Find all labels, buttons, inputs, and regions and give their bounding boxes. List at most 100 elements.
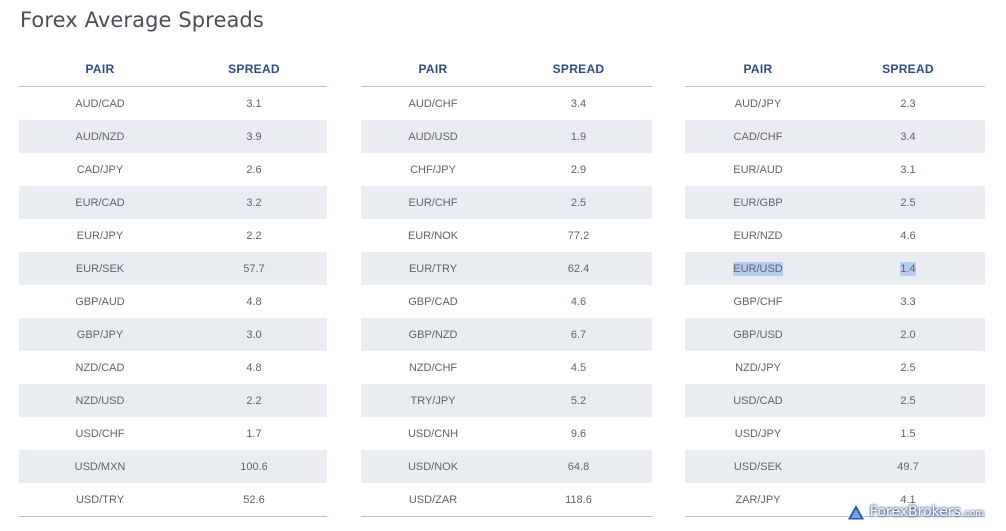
pair-cell[interactable]: EUR/NOK — [361, 219, 505, 252]
spread-cell[interactable]: 2.9 — [505, 153, 652, 186]
spread-cell[interactable]: 3.4 — [505, 87, 652, 121]
spread-cell[interactable]: 3.1 — [831, 153, 985, 186]
table-row: EUR/GBP 2.5 — [685, 186, 985, 219]
table-row: USD/MXN 100.6 — [19, 450, 327, 483]
pair-cell[interactable]: NZD/JPY — [685, 351, 831, 384]
pair-cell[interactable]: USD/CNH — [361, 417, 505, 450]
spread-cell[interactable]: 4.6 — [831, 219, 985, 252]
spread-cell[interactable]: 2.0 — [831, 318, 985, 351]
spread-cell[interactable]: 3.3 — [831, 285, 985, 318]
pair-cell[interactable]: GBP/AUD — [19, 285, 181, 318]
pair-cell[interactable]: USD/CHF — [19, 417, 181, 450]
spread-cell[interactable]: 1.9 — [505, 120, 652, 153]
watermark-suffix: .com — [961, 509, 984, 519]
spread-cell[interactable]: 3.0 — [181, 318, 327, 351]
pair-cell[interactable]: EUR/JPY — [19, 219, 181, 252]
spread-cell[interactable]: 1.4 — [831, 252, 985, 285]
pair-cell[interactable]: AUD/CHF — [361, 87, 505, 121]
spread-cell[interactable]: 2.6 — [181, 153, 327, 186]
spread-cell[interactable]: 3.1 — [181, 87, 327, 121]
pair-cell[interactable]: USD/JPY — [685, 417, 831, 450]
spread-cell[interactable]: 2.3 — [831, 87, 985, 121]
pair-cell[interactable]: USD/NOK — [361, 450, 505, 483]
spread-cell[interactable]: 100.6 — [181, 450, 327, 483]
column-header-pair[interactable]: PAIR — [361, 52, 505, 87]
spread-cell[interactable]: 4.6 — [505, 285, 652, 318]
pair-cell[interactable]: CAD/CHF — [685, 120, 831, 153]
spread-cell[interactable]: 6.7 — [505, 318, 652, 351]
spread-cell[interactable]: 1.7 — [181, 417, 327, 450]
column-header-pair[interactable]: PAIR — [685, 52, 831, 87]
pair-cell[interactable]: EUR/GBP — [685, 186, 831, 219]
table-row: USD/SEK 49.7 — [685, 450, 985, 483]
spread-cell[interactable]: 118.6 — [505, 483, 652, 517]
pair-text: AUD/NZD — [75, 130, 125, 143]
pair-cell[interactable]: AUD/NZD — [19, 120, 181, 153]
spread-cell[interactable]: 5.2 — [505, 384, 652, 417]
pair-cell[interactable]: USD/ZAR — [361, 483, 505, 517]
pair-cell[interactable]: USD/CAD — [685, 384, 831, 417]
spread-cell[interactable]: 4.8 — [181, 285, 327, 318]
column-header-spread[interactable]: SPREAD — [181, 52, 327, 87]
spread-cell[interactable]: 4.8 — [181, 351, 327, 384]
spread-cell[interactable]: 4.5 — [505, 351, 652, 384]
spread-table-2: PAIR SPREAD AUD/CHF 3.4 AUD/USD 1.9 CHF/JPY 2… — [361, 52, 652, 517]
pair-cell[interactable]: GBP/CAD — [361, 285, 505, 318]
pair-cell[interactable]: ZAR/JPY — [685, 483, 831, 517]
pair-cell[interactable]: CHF/JPY — [361, 153, 505, 186]
pair-cell[interactable]: NZD/USD — [19, 384, 181, 417]
spread-cell[interactable]: 3.4 — [831, 120, 985, 153]
pair-cell[interactable]: AUD/CAD — [19, 87, 181, 121]
spread-cell[interactable]: 64.8 — [505, 450, 652, 483]
pair-cell[interactable]: USD/SEK — [685, 450, 831, 483]
pair-cell[interactable]: AUD/JPY — [685, 87, 831, 121]
spread-cell[interactable]: 2.5 — [505, 186, 652, 219]
column-header-spread[interactable]: SPREAD — [831, 52, 985, 87]
pair-cell[interactable]: USD/TRY — [19, 483, 181, 517]
spread-cell[interactable]: 62.4 — [505, 252, 652, 285]
column-header-spread[interactable]: SPREAD — [505, 52, 652, 87]
pair-cell[interactable]: GBP/NZD — [361, 318, 505, 351]
spread-value: 2.5 — [570, 196, 587, 209]
pair-cell[interactable]: GBP/JPY — [19, 318, 181, 351]
spread-cell[interactable]: 1.5 — [831, 417, 985, 450]
pair-cell[interactable]: EUR/NZD — [685, 219, 831, 252]
pair-text: USD/CNH — [407, 427, 459, 440]
pair-text: CAD/JPY — [76, 163, 124, 176]
pair-cell[interactable]: EUR/TRY — [361, 252, 505, 285]
spread-cell[interactable]: 52.6 — [181, 483, 327, 517]
table-row: GBP/CAD 4.6 — [361, 285, 652, 318]
pair-cell[interactable]: NZD/CHF — [361, 351, 505, 384]
pair-text: TRY/JPY — [410, 394, 456, 407]
spread-cell[interactable]: 3.9 — [181, 120, 327, 153]
spread-cell[interactable]: 77.2 — [505, 219, 652, 252]
pair-cell[interactable]: TRY/JPY — [361, 384, 505, 417]
spread-cell[interactable]: 2.5 — [831, 186, 985, 219]
pair-cell[interactable]: EUR/CHF — [361, 186, 505, 219]
spread-cell[interactable]: 57.7 — [181, 252, 327, 285]
pair-cell[interactable]: EUR/AUD — [685, 153, 831, 186]
spread-cell[interactable]: 9.6 — [505, 417, 652, 450]
spread-cell[interactable]: 49.7 — [831, 450, 985, 483]
pair-cell[interactable]: EUR/USD — [685, 252, 831, 285]
watermark-brand: ForexBrokers — [869, 504, 961, 520]
pair-cell[interactable]: EUR/SEK — [19, 252, 181, 285]
spread-cell[interactable]: 2.5 — [831, 384, 985, 417]
spread-cell[interactable]: 2.5 — [831, 351, 985, 384]
pair-cell[interactable]: CAD/JPY — [19, 153, 181, 186]
pair-text: EUR/SEK — [75, 262, 125, 275]
page-title: Forex Average Spreads — [20, 8, 264, 32]
column-header-pair[interactable]: PAIR — [19, 52, 181, 87]
spread-cell[interactable]: 3.2 — [181, 186, 327, 219]
pair-cell[interactable]: NZD/CAD — [19, 351, 181, 384]
table-row: EUR/JPY 2.2 — [19, 219, 327, 252]
table-row: CHF/JPY 2.9 — [361, 153, 652, 186]
pair-cell[interactable]: USD/MXN — [19, 450, 181, 483]
pair-cell[interactable]: EUR/CAD — [19, 186, 181, 219]
forexbrokers-logo-icon — [845, 503, 866, 521]
pair-cell[interactable]: GBP/CHF — [685, 285, 831, 318]
spread-cell[interactable]: 2.2 — [181, 219, 327, 252]
pair-cell[interactable]: GBP/USD — [685, 318, 831, 351]
spread-cell[interactable]: 2.2 — [181, 384, 327, 417]
pair-cell[interactable]: AUD/USD — [361, 120, 505, 153]
